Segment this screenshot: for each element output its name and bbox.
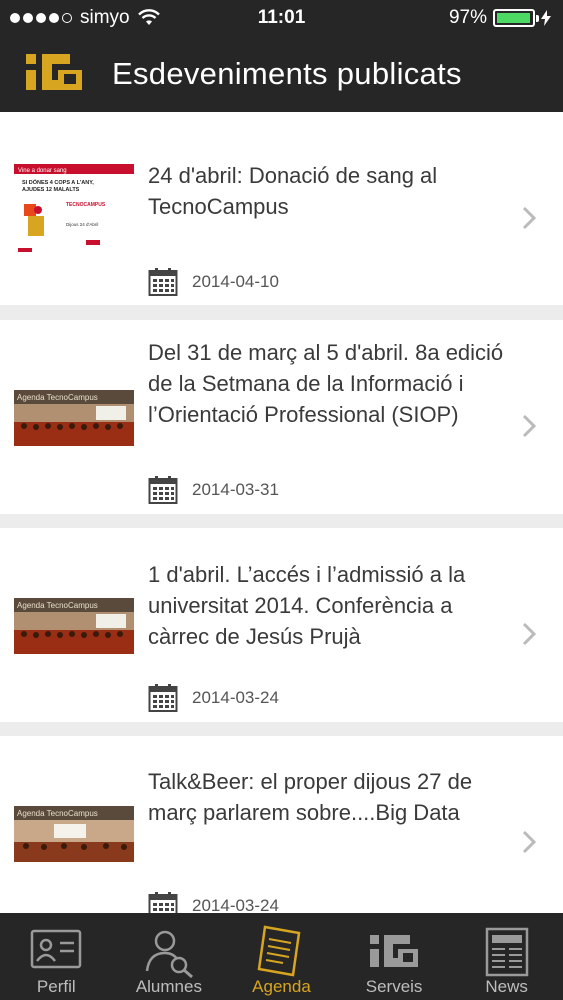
calendar-icon [148,268,178,296]
agenda-scroll-icon [258,925,301,977]
tab-label: Alumnes [135,977,202,996]
tab-label: News [485,977,528,996]
event-thumbnail: Agenda TecnoCampus [14,598,134,654]
event-date-row: 2014-03-24 [148,683,279,713]
event-title: Del 31 de març al 5 d'abril. 8a edició d… [148,340,504,427]
status-right: 97% [449,7,551,29]
newspaper-icon [485,927,528,977]
tab-news[interactable]: News [450,913,563,1000]
battery-icon [493,9,539,27]
services-logo-icon [370,935,419,967]
event-thumbnail: Vine a donar sang SI DÓNES 4 COPS A L'AN… [14,164,134,254]
event-title: 1 d'abril. L’accés i l’admissió a la uni… [148,562,466,649]
event-title: Talk&Beer: el proper dijous 27 de març p… [148,769,473,825]
event-card[interactable]: Agenda TecnoCampus 1 d'abril. L’accés i … [0,528,563,722]
chevron-right-icon [522,830,537,854]
thumb-header: Agenda TecnoCampus [17,393,98,402]
event-card[interactable]: Agenda TecnoCampus Del 31 de març al 5 d… [0,320,563,514]
event-date: 2014-03-31 [192,480,279,499]
event-title: 24 d'abril: Donació de sang al TecnoCamp… [148,163,438,219]
thumb-header: Vine a donar sang [18,168,67,174]
event-card[interactable]: Agenda TecnoCampus Talk&Beer: el proper … [0,736,563,926]
event-thumbnail: Agenda TecnoCampus [14,806,134,862]
thumb-line2: AJUDES 12 MALALTS [22,187,80,193]
charging-bolt-icon [541,10,551,26]
event-date-row: 2014-03-31 [148,475,279,505]
navigation-bar: Esdeveniments publicats [0,38,563,112]
tab-perfil[interactable]: Perfil [0,913,113,1000]
chevron-right-icon [522,622,537,646]
event-date: 2014-03-24 [192,688,279,707]
battery-fill [497,13,530,23]
tab-label: Agenda [252,977,311,996]
tecnocampus-logo-icon [26,54,82,90]
calendar-icon [148,476,178,504]
status-bar: simyo 11:01 97% [0,0,563,38]
thumb-header: Agenda TecnoCampus [17,601,98,610]
thumb-line1: SI DÓNES 4 COPS A L'ANY, [22,178,94,186]
chevron-right-icon [522,206,537,230]
tab-agenda[interactable]: Agenda [225,913,338,1000]
page-title: Esdeveniments publicats [112,56,462,91]
chevron-right-icon [522,414,537,438]
tab-label: Serveis [365,977,423,996]
battery-percent: 97% [448,7,487,28]
thumb-header: Agenda TecnoCampus [17,809,98,818]
profile-card-icon [31,929,82,969]
tab-serveis[interactable]: Serveis [338,913,451,1000]
thumb-place: TECNOCAMPUS [66,202,106,208]
calendar-icon [148,684,178,712]
tab-label: Perfil [36,977,76,996]
tab-alumnes[interactable]: Alumnes [113,913,226,1000]
user-search-icon [145,930,193,979]
tab-bar: Perfil Alumnes Agenda Serveis News [0,913,563,1000]
event-date-row: 2014-04-10 [148,267,279,297]
event-date: 2014-04-10 [192,272,279,291]
thumb-day: Dijous 24 d'Abril [66,222,98,227]
event-thumbnail: Agenda TecnoCampus [14,390,134,446]
event-card[interactable]: Vine a donar sang SI DÓNES 4 COPS A L'AN… [0,112,563,305]
